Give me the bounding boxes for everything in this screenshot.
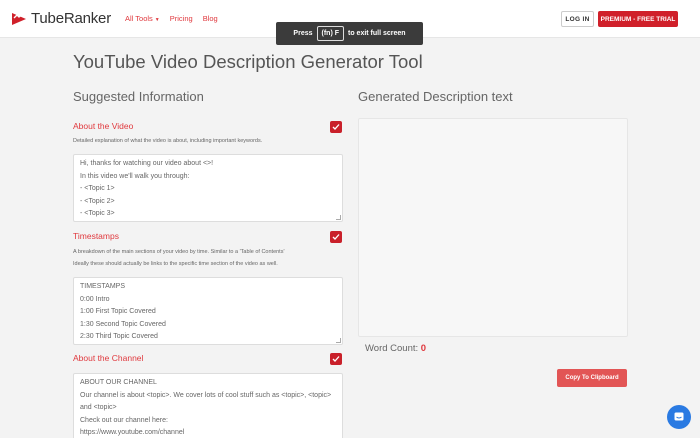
tuberanker-logo-icon [11,11,27,27]
about-channel-checkbox[interactable] [330,353,342,365]
about-video-description: Detailed explanation of what the video i… [73,138,263,144]
generated-description-heading: Generated Description text [358,89,513,104]
generated-description-output[interactable] [358,118,628,337]
chevron-down-icon: ▼ [154,17,160,23]
about-video-label: About the Video [73,121,134,131]
copy-to-clipboard-button[interactable]: Copy To Clipboard [557,369,627,387]
timestamps-label: Timestamps [73,231,119,241]
banner-suffix-text: to exit full screen [348,30,406,37]
nav-links: All Tools ▼ Pricing Blog [125,14,218,23]
word-count: Word Count: 0 [365,343,426,354]
resize-handle-icon[interactable] [336,338,341,343]
textarea-line: - <Topic 1> [80,185,115,192]
textarea-line: TIMESTAMPS [80,283,125,290]
nav-pricing[interactable]: Pricing [170,14,193,23]
textarea-line: In this video we'll walk you through: [80,172,190,180]
timestamps-description-1: A breakdown of the main sections of your… [73,249,285,255]
fullscreen-exit-banner: Press (fn) F to exit full screen [276,22,423,45]
textarea-line: Our channel is about <topic>. We cover l… [80,391,332,399]
textarea-line: Hi, thanks for watching our video about … [80,160,214,167]
textarea-line: 1:00 First Topic Covered [80,308,156,315]
nav-all-tools[interactable]: All Tools ▼ [125,14,160,23]
textarea-line: ABOUT OUR CHANNEL [80,379,157,386]
check-icon [332,356,340,362]
logo-text: TubeRanker [31,10,111,27]
chat-icon [674,412,684,421]
about-video-textarea[interactable]: Hi, thanks for watching our video about … [73,154,343,222]
textarea-line: 1:30 Second Topic Covered [80,320,166,328]
textarea-line: 2:30 Third Topic Covered [80,333,158,340]
textarea-line: and <topic> [80,404,117,411]
resize-handle-icon[interactable] [336,215,341,220]
textarea-line: - <Topic 2> [80,197,115,205]
timestamps-textarea[interactable]: TIMESTAMPS 0:00 Intro 1:00 First Topic C… [73,277,343,345]
textarea-line: 0:00 Intro [80,295,110,303]
chat-support-button[interactable] [667,405,691,429]
check-icon [332,124,340,130]
page-title: YouTube Video Description Generator Tool [73,51,423,72]
banner-press-text: Press [293,30,313,37]
logo[interactable]: TubeRanker [11,10,111,27]
textarea-line: https://www.youtube.com/channel [80,429,185,436]
suggested-info-heading: Suggested Information [73,89,204,104]
premium-trial-button[interactable]: PREMIUM - FREE TRIAL [598,11,678,27]
about-video-checkbox[interactable] [330,121,342,133]
textarea-line: Check out our channel here: [80,416,168,424]
nav-all-tools-label: All Tools [125,14,153,23]
word-count-label: Word Count: [365,343,419,354]
check-icon [332,234,340,240]
about-channel-label: About the Channel [73,353,144,363]
textarea-line: - <Topic 3> [80,210,115,217]
timestamps-checkbox[interactable] [330,231,342,243]
word-count-value: 0 [420,343,427,354]
banner-key: (fn) F [316,26,344,41]
nav-blog[interactable]: Blog [203,14,218,23]
timestamps-description-2: Ideally these should actually be links t… [73,261,278,267]
login-button[interactable]: LOG IN [561,11,594,27]
about-channel-textarea[interactable]: ABOUT OUR CHANNEL Our channel is about <… [73,373,343,438]
